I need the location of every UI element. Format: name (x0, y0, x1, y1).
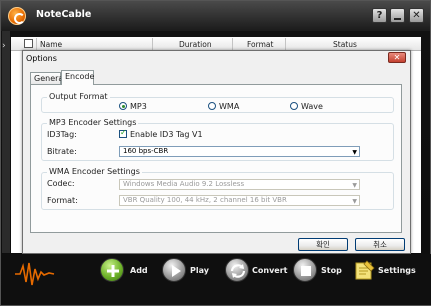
column-divider (285, 38, 286, 50)
format-value: VBR Quality 100, 44 kHz, 2 channel 16 bi… (123, 196, 287, 204)
settings-button[interactable]: Settings (354, 256, 416, 284)
stop-icon (293, 258, 317, 282)
options-dialog: Options ✕ General Encode Output Format M… (22, 50, 411, 254)
column-divider (232, 38, 233, 50)
convert-icon (225, 258, 249, 282)
radio-wave[interactable]: Wave (290, 102, 323, 111)
plus-icon (100, 258, 124, 282)
app-title: NoteCable (36, 9, 92, 20)
waveform-logo-icon (15, 262, 55, 286)
codec-label: Codec: (47, 179, 75, 188)
radio-mp3[interactable]: MP3 (119, 102, 147, 111)
bottom-toolbar: Add Play Convert Stop Settings (2, 254, 431, 305)
add-label: Add (130, 266, 148, 275)
side-panel-strip (2, 31, 10, 253)
bitrate-value: 160 bps-CBR (123, 147, 169, 155)
radio-icon[interactable] (208, 102, 216, 110)
wma-settings-group: WMA Encoder Settings Codec: Windows Medi… (41, 167, 394, 210)
play-button[interactable]: Play (162, 256, 214, 284)
stop-button[interactable]: Stop (293, 256, 343, 284)
radio-icon[interactable] (290, 102, 298, 110)
play-icon (162, 258, 186, 282)
checkbox-checked-icon[interactable] (119, 128, 127, 138)
encode-tab-panel: Output Format MP3 WMA Wave MP3 Encoder S… (30, 84, 402, 233)
radio-mp3-label: MP3 (130, 102, 147, 111)
radio-selected-icon[interactable] (119, 102, 127, 110)
radio-wave-label: Wave (301, 102, 323, 111)
title-bar[interactable]: NoteCable ? ✕ (1, 1, 430, 31)
dialog-close-button[interactable]: ✕ (388, 52, 406, 63)
cancel-button[interactable]: 취소 (355, 238, 405, 251)
column-name[interactable]: Name (40, 40, 62, 49)
select-all-checkbox[interactable] (24, 39, 33, 48)
dropdown-arrow-icon[interactable]: ▼ (352, 148, 357, 157)
app-logo-icon (8, 7, 26, 25)
codec-value: Windows Media Audio 9.2 Lossless (123, 180, 245, 188)
id3-checkbox[interactable]: Enable ID3 Tag V1 (119, 128, 203, 139)
tab-encode[interactable]: Encode (61, 70, 94, 85)
column-format[interactable]: Format (247, 40, 273, 49)
ok-button[interactable]: 확인 (298, 238, 348, 251)
radio-wma[interactable]: WMA (208, 102, 239, 111)
stop-label: Stop (321, 266, 342, 275)
mp3-settings-title: MP3 Encoder Settings (47, 118, 139, 127)
convert-label: Convert (252, 266, 288, 275)
column-duration[interactable]: Duration (179, 40, 212, 49)
settings-icon (355, 260, 375, 280)
codec-select[interactable]: Windows Media Audio 9.2 Lossless ▼ (119, 179, 360, 190)
list-header: Name Duration Format Status (11, 37, 421, 51)
mp3-settings-group: MP3 Encoder Settings ID3Tag: Enable ID3 … (41, 118, 394, 161)
format-select[interactable]: VBR Quality 100, 44 kHz, 2 channel 16 bi… (119, 195, 360, 206)
dropdown-arrow-icon[interactable]: ▼ (352, 181, 357, 190)
add-button[interactable]: Add (100, 256, 152, 284)
id3-checkbox-label: Enable ID3 Tag V1 (130, 130, 203, 139)
column-divider (36, 38, 37, 50)
dropdown-arrow-icon[interactable]: ▼ (352, 197, 357, 206)
format-label: Format: (47, 196, 78, 205)
radio-wma-label: WMA (219, 102, 240, 111)
column-divider (152, 38, 153, 50)
bitrate-label: Bitrate: (47, 147, 77, 156)
wma-settings-title: WMA Encoder Settings (47, 167, 142, 176)
dialog-title: Options (26, 54, 57, 63)
settings-label: Settings (378, 266, 416, 275)
id3tag-label: ID3Tag: (47, 130, 77, 139)
play-label: Play (190, 266, 209, 275)
bitrate-select[interactable]: 160 bps-CBR ▼ (119, 146, 360, 157)
output-format-title: Output Format (47, 92, 110, 101)
column-status[interactable]: Status (333, 40, 357, 49)
minimize-button[interactable] (390, 8, 405, 23)
help-button[interactable]: ? (372, 8, 387, 23)
app-window: NoteCable ? ✕ › Name Duration Format Sta… (0, 0, 431, 306)
output-format-group: Output Format MP3 WMA Wave (41, 92, 394, 113)
close-button[interactable]: ✕ (409, 8, 424, 23)
convert-button[interactable]: Convert (225, 256, 287, 284)
tab-general[interactable]: General (30, 72, 66, 84)
chevron-right-icon[interactable]: › (2, 41, 6, 51)
